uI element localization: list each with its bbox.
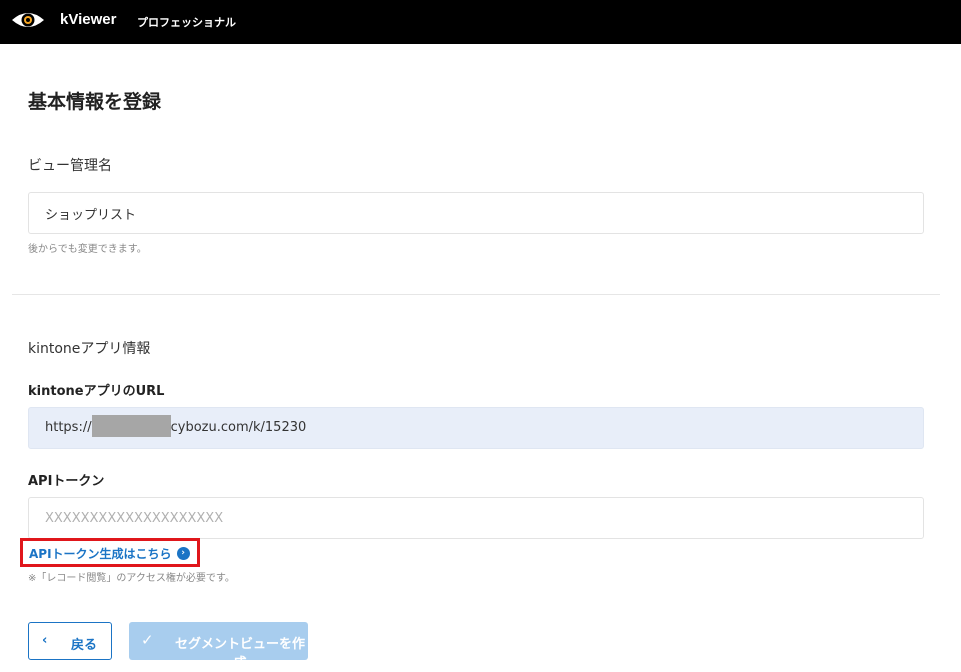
- api-token-input[interactable]: [28, 497, 924, 539]
- edition-label: プロフェッショナル: [137, 16, 236, 29]
- create-segment-view-button[interactable]: ✓ セグメントビューを作成: [129, 622, 308, 671]
- url-suffix: cybozu.com/k/15230: [170, 420, 307, 435]
- app-brand[interactable]: kViewer: [60, 11, 116, 28]
- check-icon: ✓: [141, 631, 154, 649]
- back-button-label: 戻る: [71, 638, 98, 653]
- eye-icon[interactable]: [11, 9, 45, 31]
- api-token-label: APIトークン: [28, 474, 105, 489]
- view-name-input[interactable]: [28, 192, 924, 234]
- section-divider: [12, 294, 940, 295]
- api-token-generate-link[interactable]: APIトークン生成はこちら ›: [29, 545, 190, 562]
- create-button-label: セグメントビューを作成: [174, 637, 305, 671]
- page-title: 基本情報を登録: [28, 91, 162, 113]
- redacted-subdomain: [91, 414, 171, 437]
- back-button[interactable]: ‹ 戻る: [28, 622, 112, 660]
- view-name-section-label: ビュー管理名: [28, 158, 112, 174]
- chevron-left-icon: ‹: [42, 633, 48, 648]
- api-token-hint: ※「レコード閲覧」のアクセス権が必要です。: [28, 573, 235, 584]
- api-token-link-label: APIトークン生成はこちら: [29, 547, 172, 561]
- chevron-right-icon: ›: [176, 547, 190, 560]
- app-header: kViewer プロフェッショナル: [0, 0, 961, 44]
- view-name-hint: 後からでも変更できます。: [28, 244, 147, 255]
- url-prefix: https://: [45, 420, 92, 435]
- app-url-field: https:// cybozu.com/k/15230: [28, 407, 924, 449]
- app-url-label: kintoneアプリのURL: [28, 384, 165, 399]
- kintone-section-label: kintoneアプリ情報: [28, 341, 151, 357]
